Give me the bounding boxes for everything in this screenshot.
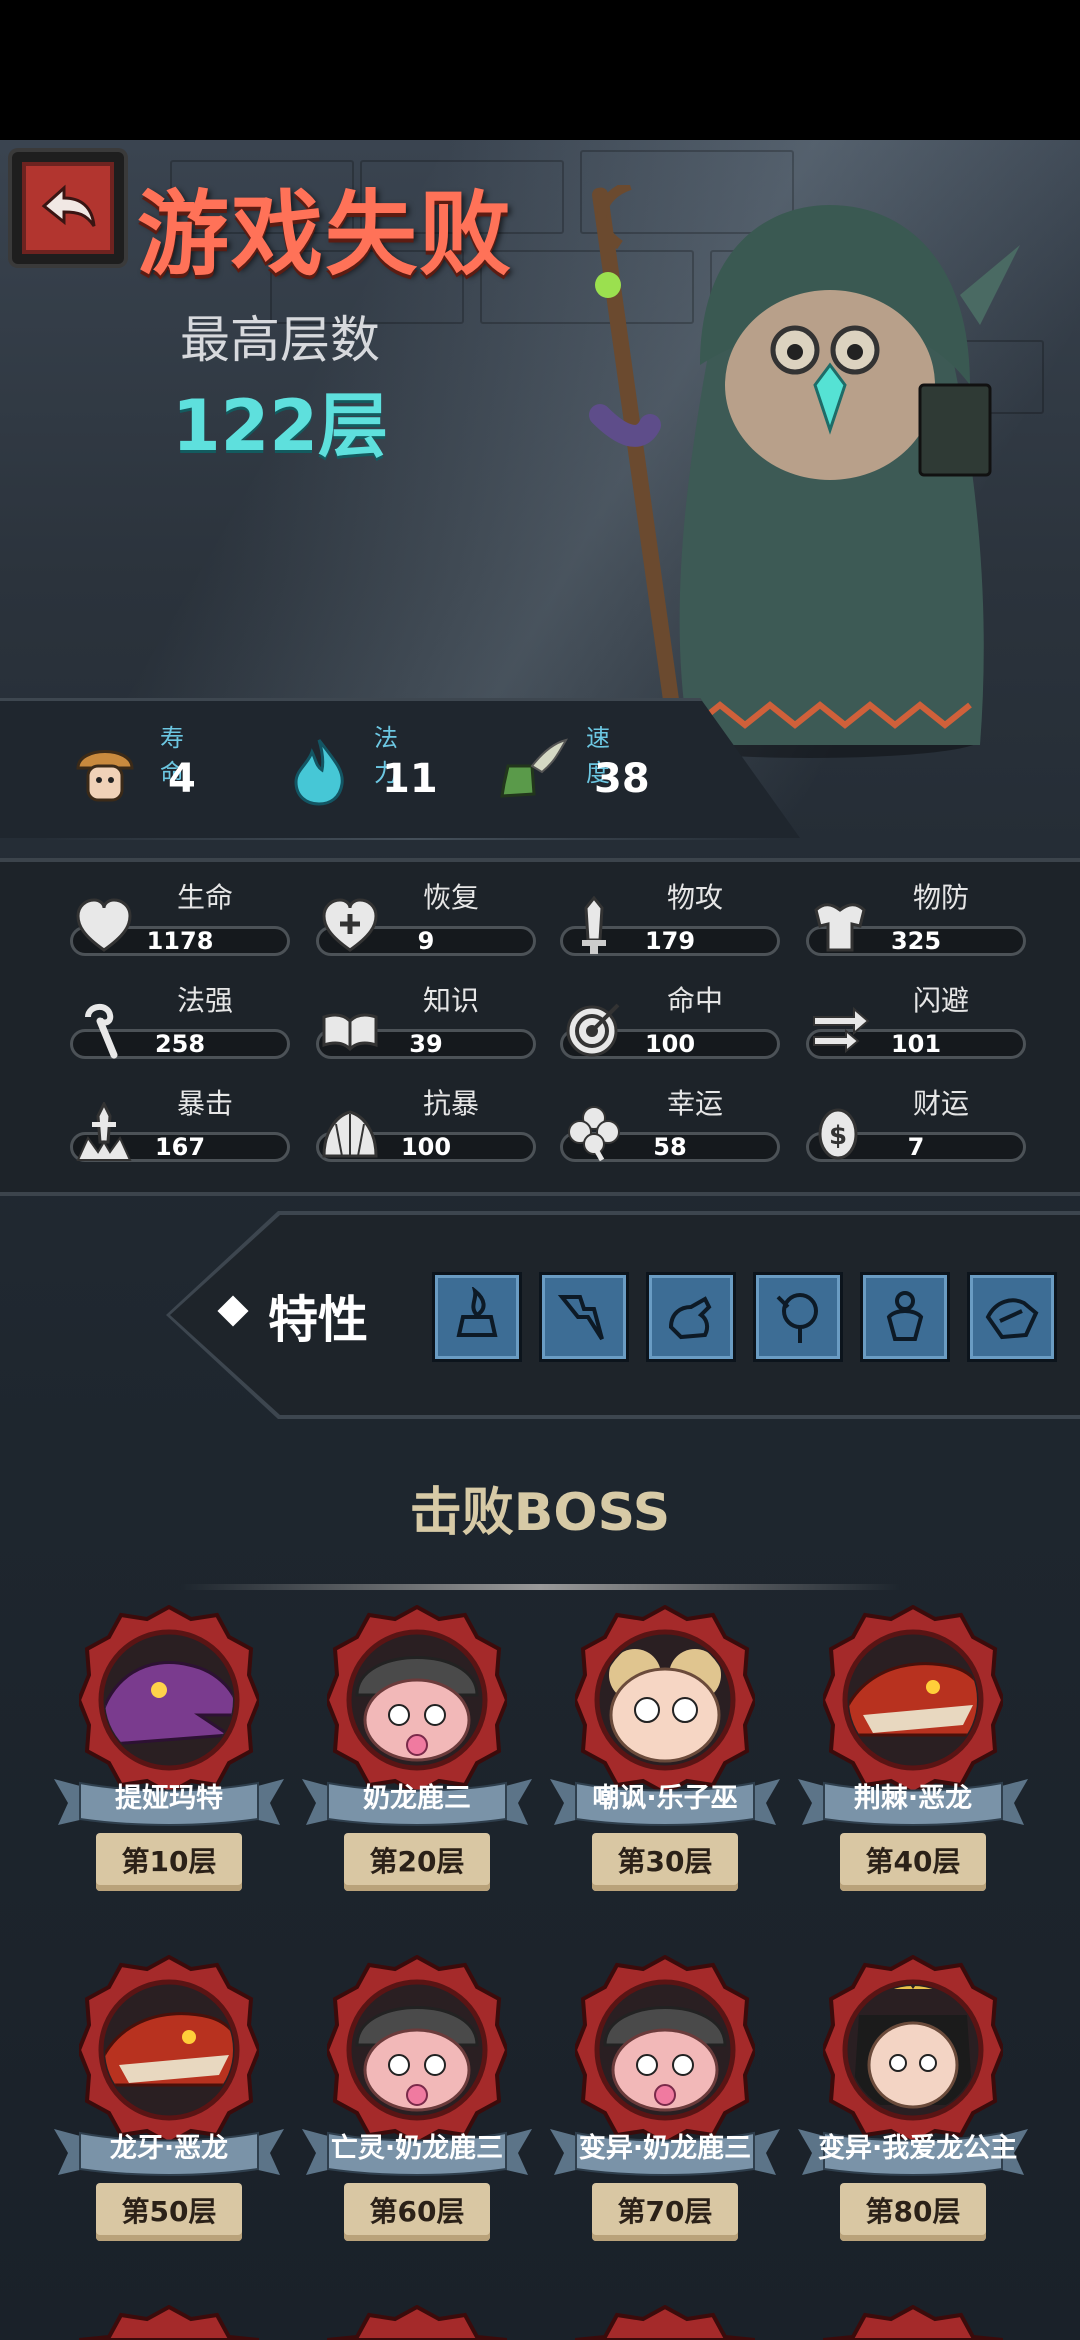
stat-evasion: 闪避 101 <box>806 979 1028 1069</box>
boss-portrait-partial <box>575 2305 755 2340</box>
stat-name: 物攻 <box>666 881 723 914</box>
boss-name: 奶龙鹿三 <box>363 1783 471 1814</box>
resource-value: 11 <box>382 756 438 802</box>
stat-luck: 幸运 58 <box>560 1082 782 1172</box>
svg-text:$: $ <box>829 1121 847 1151</box>
blue-flame-icon <box>286 736 352 806</box>
boss-floor: 第40层 <box>865 1845 961 1878</box>
stat-name: 生命 <box>176 881 233 914</box>
boss-portrait <box>76 1604 262 1796</box>
stat-regen: 恢复 9 <box>316 876 538 966</box>
stat-name: 财运 <box>912 1087 969 1120</box>
stat-name: 命中 <box>666 984 723 1017</box>
back-button[interactable] <box>12 152 124 264</box>
boss-portrait <box>572 1954 758 2146</box>
trait-wave-icon[interactable] <box>967 1272 1057 1362</box>
boss-card[interactable]: 荆棘·恶龙第40层 <box>798 1604 1028 1935</box>
boss-floor: 第10层 <box>121 1845 217 1878</box>
stat-name: 抗暴 <box>422 1087 479 1120</box>
boss-card[interactable]: 变异·奶龙鹿三 第70层 <box>550 1954 780 2285</box>
boss-card[interactable]: 嘲讽·乐子巫 第30层 <box>550 1604 780 1935</box>
boss-name: 龙牙·恶龙 <box>109 2133 229 2164</box>
mushroom-character-icon <box>72 736 138 806</box>
boss-name: 荆棘·恶龙 <box>853 1783 973 1814</box>
boss-name: 提娅玛特 <box>115 1783 223 1814</box>
boss-card[interactable]: 龙牙·恶龙第50层 <box>54 1954 284 2285</box>
boss-divider <box>180 1584 900 1590</box>
boss-floor: 第60层 <box>369 2195 465 2228</box>
boss-floor: 第20层 <box>369 1845 465 1878</box>
dodge-arrows-icon <box>810 999 870 1059</box>
stat-name: 知识 <box>422 984 479 1017</box>
target-icon <box>564 999 624 1059</box>
boss-portrait <box>324 1954 510 2146</box>
heart-plus-icon <box>320 896 380 956</box>
game-over-title: 游戏失败 <box>136 181 513 288</box>
stat-crit-resist: 抗暴 100 <box>316 1082 538 1172</box>
trait-lightning-icon[interactable] <box>539 1272 629 1362</box>
boss-card[interactable]: 提娅玛特第10层 <box>54 1604 284 1935</box>
boss-portrait-partial <box>823 2305 1003 2340</box>
winged-boot-icon <box>498 736 569 806</box>
stat-name: 恢复 <box>422 881 479 914</box>
highest-floor-value: 122层 <box>171 385 389 467</box>
boss-name: 嘲讽·乐子巫 <box>592 1783 738 1814</box>
stat-accuracy: 命中 100 <box>560 979 782 1069</box>
coin-icon: $ <box>810 1102 870 1162</box>
boss-floor: 第80层 <box>865 2195 961 2228</box>
trait-hand-icon[interactable] <box>646 1272 736 1362</box>
back-arrow-icon <box>22 162 114 254</box>
trait-tree-icon[interactable] <box>753 1272 843 1362</box>
staff-icon <box>74 999 134 1059</box>
status-bar-area <box>0 0 1080 140</box>
trait-fire-icon[interactable] <box>432 1272 522 1362</box>
boss-name: 亡灵·奶龙鹿三 <box>330 2133 504 2164</box>
boss-card[interactable]: 变异·我爱龙公主第80层 <box>798 1954 1028 2285</box>
stat-name: 法强 <box>176 984 233 1017</box>
boss-card[interactable]: 奶龙鹿三第20层 <box>302 1604 532 1935</box>
highest-floor-label: 最高层数 <box>180 311 380 369</box>
stat-knowledge: 知识 39 <box>316 979 538 1069</box>
boss-name: 变异·奶龙鹿三 <box>578 2133 752 2164</box>
boss-floor: 第70层 <box>617 2195 713 2228</box>
shell-shield-icon <box>320 1102 380 1162</box>
crit-dagger-icon <box>74 1100 134 1162</box>
boss-floor: 第30层 <box>617 1845 713 1878</box>
boss-portrait <box>820 1954 1006 2146</box>
stat-name: 闪避 <box>912 984 969 1017</box>
stat-fortune: 财运 7 $ <box>806 1082 1028 1172</box>
stat-attack: 物攻 179 <box>560 876 782 966</box>
sword-icon <box>564 895 624 956</box>
stat-name: 暴击 <box>176 1087 233 1120</box>
trait-figure-icon[interactable] <box>860 1272 950 1362</box>
boss-card[interactable]: 亡灵·奶龙鹿三 第60层 <box>302 1954 532 2285</box>
boss-portrait <box>324 1604 510 1796</box>
stat-name: 物防 <box>912 881 969 914</box>
boss-portrait <box>572 1604 758 1796</box>
boss-portrait <box>820 1604 1006 1796</box>
boss-portrait-partial <box>327 2305 507 2340</box>
hero-wizard-illustration <box>560 180 1020 765</box>
resource-value: 38 <box>594 756 650 802</box>
stat-name: 幸运 <box>666 1087 723 1120</box>
stat-crit: 暴击 167 <box>70 1082 292 1172</box>
boss-portrait <box>76 1954 262 2146</box>
armor-icon <box>810 896 870 956</box>
traits-label: 特性 <box>268 1291 368 1349</box>
boss-portrait-partial <box>79 2305 259 2340</box>
stat-defense: 物防 325 <box>806 876 1028 966</box>
resource-value: 4 <box>168 756 196 802</box>
stat-magic-power: 法强 258 <box>70 979 292 1069</box>
book-icon <box>320 999 380 1059</box>
stat-hp: 生命 1178 <box>70 876 292 966</box>
clover-icon <box>564 1102 624 1162</box>
boss-name: 变异·我爱龙公主 <box>818 2133 1018 2164</box>
boss-section-title: 击败BOSS <box>409 1483 671 1543</box>
heart-icon <box>74 896 134 956</box>
boss-floor: 第50层 <box>121 2195 217 2228</box>
